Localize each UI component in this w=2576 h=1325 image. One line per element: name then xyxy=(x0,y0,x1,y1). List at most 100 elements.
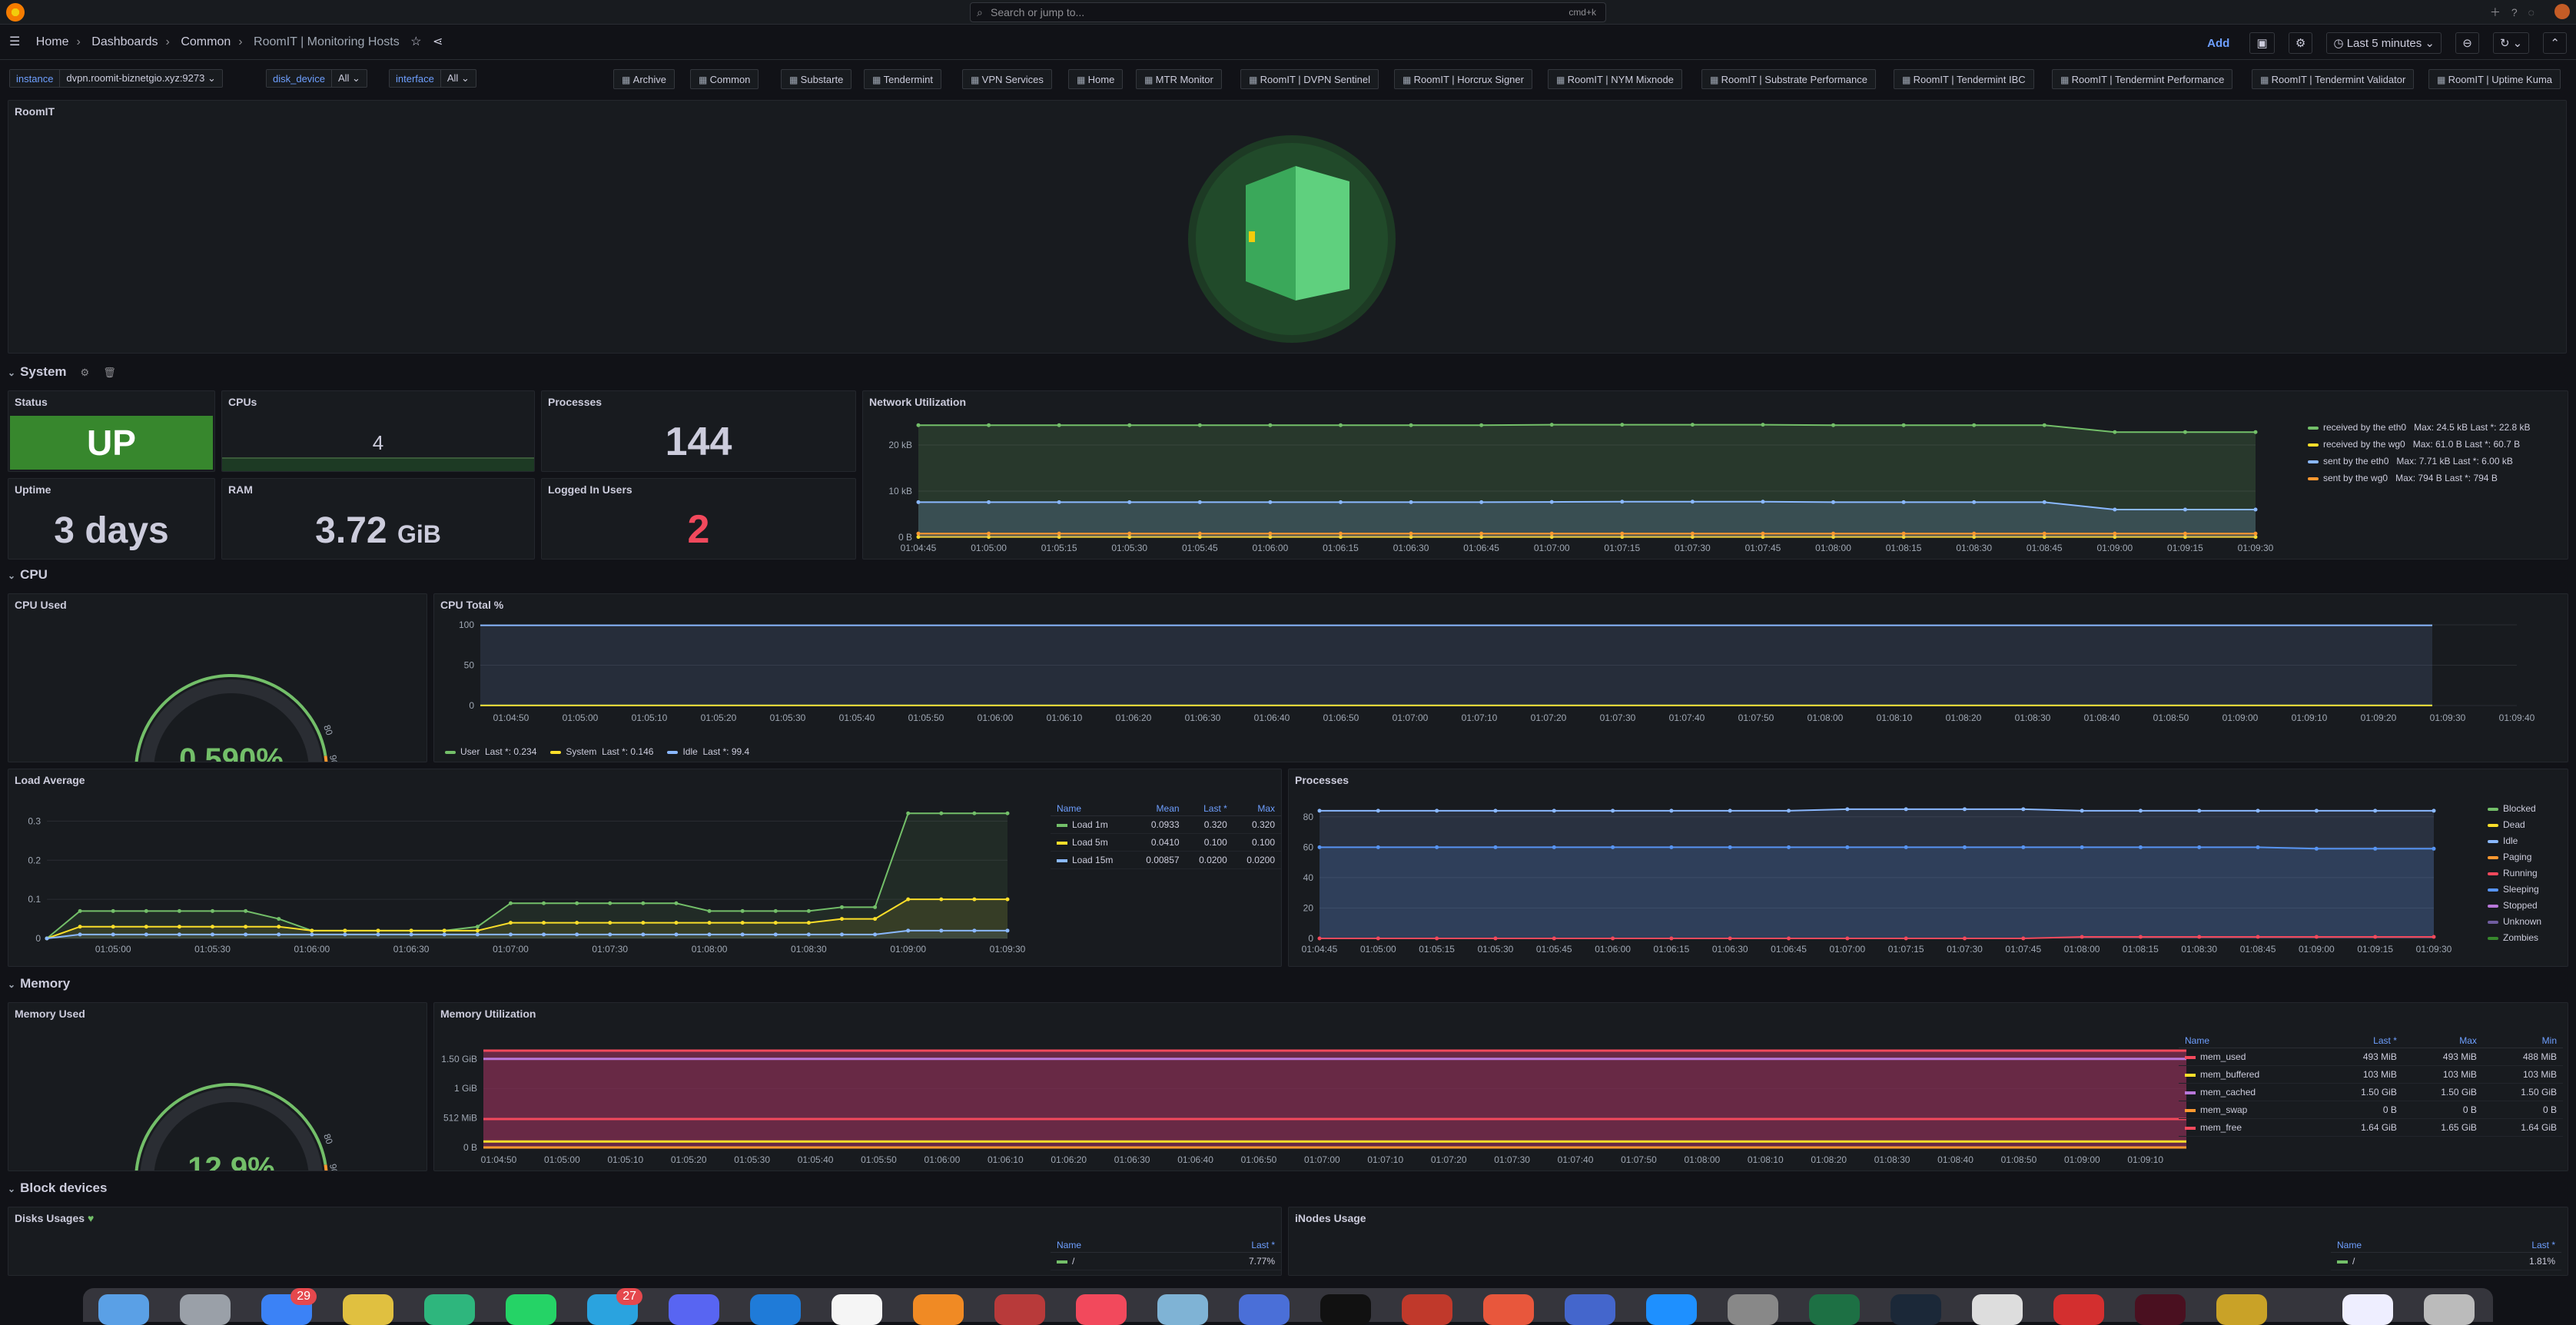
music-icon[interactable] xyxy=(1076,1294,1127,1325)
row-block-devices[interactable]: ⌄Block devices xyxy=(8,1181,107,1196)
link-archive[interactable]: Archive xyxy=(613,69,675,89)
system-settings-icon[interactable] xyxy=(1728,1294,1778,1325)
discord-icon[interactable] xyxy=(669,1294,719,1325)
help-icon[interactable]: ? xyxy=(2511,6,2528,18)
row-settings-icon[interactable]: ⚙ xyxy=(81,367,90,378)
legend-item[interactable]: sent by the eth0 Max: 7.71 kB Last *: 6.… xyxy=(2308,456,2531,467)
telegram-icon[interactable]: 27 xyxy=(587,1294,638,1325)
variable-value[interactable]: All ⌄ xyxy=(332,72,367,85)
legend-item[interactable]: System Last *: 0.146 xyxy=(550,746,653,757)
instance-variable[interactable]: instancedvpn.roomit-biznetgio.xyz:9273 ⌄ xyxy=(9,69,223,88)
nym-icon[interactable] xyxy=(2135,1294,2186,1325)
disk-device-variable[interactable]: disk_deviceAll ⌄ xyxy=(266,69,367,88)
star-icon[interactable]: ☆ xyxy=(410,35,421,48)
legend-item[interactable]: User Last *: 0.234 xyxy=(445,746,536,757)
link-tendermint-ibc[interactable]: RoomIT | Tendermint IBC xyxy=(1894,69,2034,89)
row-system[interactable]: ⌄System⚙🗑 xyxy=(8,364,116,380)
app-icon[interactable] xyxy=(1402,1294,1452,1325)
legend-item[interactable]: Sleeping xyxy=(2488,884,2541,895)
variable-value[interactable]: dvpn.roomit-biznetgio.xyz:9273 ⌄ xyxy=(60,72,221,85)
link-tendermint-performance[interactable]: RoomIT | Tendermint Performance xyxy=(2052,69,2232,89)
finder-icon[interactable] xyxy=(98,1294,149,1325)
link-substrate-performance[interactable]: RoomIT | Substrate Performance xyxy=(1701,69,1876,89)
legend-item[interactable]: Paging xyxy=(2488,852,2541,862)
app-icon[interactable] xyxy=(1483,1294,1534,1325)
legend-item[interactable]: Dead xyxy=(2488,819,2541,830)
app-icon[interactable] xyxy=(1157,1294,1208,1325)
link-uptime-kuma[interactable]: RoomIT | Uptime Kuma xyxy=(2428,69,2561,89)
menu-icon[interactable]: ☰ xyxy=(9,35,20,48)
rss-icon[interactable]: ◌ xyxy=(2528,6,2545,18)
app-icon[interactable] xyxy=(1972,1294,2023,1325)
table-row[interactable]: mem_swap0 B0 B0 B xyxy=(2179,1101,2563,1119)
steam-icon[interactable] xyxy=(1891,1294,1941,1325)
whatsapp-icon[interactable] xyxy=(506,1294,556,1325)
legend-item[interactable]: received by the eth0 Max: 24.5 kB Last *… xyxy=(2308,422,2531,433)
legend-item[interactable]: Unknown xyxy=(2488,916,2541,927)
row-delete-icon[interactable]: 🗑 xyxy=(103,367,116,378)
table-row[interactable]: mem_buffered103 MiB103 MiB103 MiB xyxy=(2179,1066,2563,1084)
legend-item[interactable]: Idle Last *: 99.4 xyxy=(667,746,749,757)
app-icon[interactable] xyxy=(994,1294,1045,1325)
interface-variable[interactable]: interfaceAll ⌄ xyxy=(389,69,476,88)
reminders-icon[interactable] xyxy=(832,1294,882,1325)
table-row[interactable]: /7.77% xyxy=(1051,1253,1281,1270)
network-chart[interactable]: 0 B10 kB20 kB01:04:4501:05:0001:05:1501:… xyxy=(863,414,2277,560)
link-horcrux-signer[interactable]: RoomIT | Horcrux Signer xyxy=(1394,69,1532,89)
legend-item[interactable]: Running xyxy=(2488,868,2541,878)
share-icon[interactable]: ⋖ xyxy=(433,35,443,48)
excel-icon[interactable] xyxy=(1809,1294,1860,1325)
refresh-icon[interactable]: ↻ ⌄ xyxy=(2493,32,2529,54)
variable-value[interactable]: All ⌄ xyxy=(441,72,476,85)
legend-item[interactable]: received by the wg0 Max: 61.0 B Last *: … xyxy=(2308,439,2531,450)
link-dvpn-sentinel[interactable]: RoomIT | DVPN Sentinel xyxy=(1240,69,1379,89)
mail-icon[interactable]: 29 xyxy=(261,1294,312,1325)
table-row[interactable]: mem_cached1.50 GiB1.50 GiB1.50 GiB xyxy=(2179,1084,2563,1101)
add-button[interactable]: Add xyxy=(2201,34,2236,53)
xcode-icon[interactable] xyxy=(1646,1294,1697,1325)
vscode-icon[interactable] xyxy=(750,1294,801,1325)
table-row[interactable]: Load 5m0.04100.1000.100 xyxy=(1051,834,1281,852)
trash-icon[interactable] xyxy=(2424,1294,2475,1325)
downloads-icon[interactable] xyxy=(2342,1294,2393,1325)
processes-chart[interactable]: 02040608001:04:4501:05:0001:05:1501:05:3… xyxy=(1289,792,2457,967)
cpu-total-chart[interactable]: 05010001:04:5001:05:0001:05:1001:05:2001… xyxy=(434,617,2568,740)
app-icon[interactable] xyxy=(424,1294,475,1325)
app-icon[interactable] xyxy=(1239,1294,1290,1325)
terminal-icon[interactable] xyxy=(1320,1294,1371,1325)
link-mtr-monitor[interactable]: MTR Monitor xyxy=(1136,69,1222,89)
avatar[interactable] xyxy=(2554,4,2570,19)
app-icon[interactable] xyxy=(1565,1294,1615,1325)
legend-item[interactable]: Stopped xyxy=(2488,900,2541,911)
search-bar[interactable]: ⌕ Search or jump to... cmd+k xyxy=(970,2,1606,22)
app-icon[interactable] xyxy=(2053,1294,2104,1325)
breadcrumb-common[interactable]: Common xyxy=(181,35,231,48)
legend-item[interactable]: Zombies xyxy=(2488,932,2541,943)
legend-item[interactable]: Blocked xyxy=(2488,803,2541,814)
link-home[interactable]: Home xyxy=(1068,69,1123,89)
time-range-picker[interactable]: ◷ Last 5 minutes ⌄ xyxy=(2326,32,2442,54)
breadcrumb-home[interactable]: Home xyxy=(36,35,69,48)
save-icon[interactable]: ▣ xyxy=(2249,32,2274,54)
link-vpn-services[interactable]: VPN Services xyxy=(962,69,1052,89)
collapse-icon[interactable]: ⌃ xyxy=(2543,32,2567,54)
settings-gear-icon[interactable]: ⚙ xyxy=(2289,32,2312,54)
breadcrumb-dashboards[interactable]: Dashboards xyxy=(91,35,158,48)
table-row[interactable]: /1.81% xyxy=(2331,1253,2561,1270)
link-substarte[interactable]: Substarte xyxy=(781,69,851,89)
link-tendermint[interactable]: Tendermint xyxy=(864,69,941,89)
grafana-logo-icon[interactable] xyxy=(6,3,25,22)
table-row[interactable]: Load 1m0.09330.3200.320 xyxy=(1051,816,1281,834)
link-tendermint-validator[interactable]: RoomIT | Tendermint Validator xyxy=(2252,69,2414,89)
chrome-icon[interactable] xyxy=(343,1294,393,1325)
app-icon[interactable] xyxy=(913,1294,964,1325)
legend-item[interactable]: Idle xyxy=(2488,835,2541,846)
link-nym-mixnode[interactable]: RoomIT | NYM Mixnode xyxy=(1548,69,1682,89)
row-memory[interactable]: ⌄Memory xyxy=(8,976,70,991)
launchpad-icon[interactable] xyxy=(180,1294,231,1325)
plus-icon[interactable]: ＋ xyxy=(2490,6,2511,18)
row-cpu[interactable]: ⌄CPU xyxy=(8,567,48,583)
link-common[interactable]: Common xyxy=(690,69,759,89)
table-row[interactable]: Load 15m0.008570.02000.0200 xyxy=(1051,852,1281,869)
legend-item[interactable]: sent by the wg0 Max: 794 B Last *: 794 B xyxy=(2308,473,2531,483)
